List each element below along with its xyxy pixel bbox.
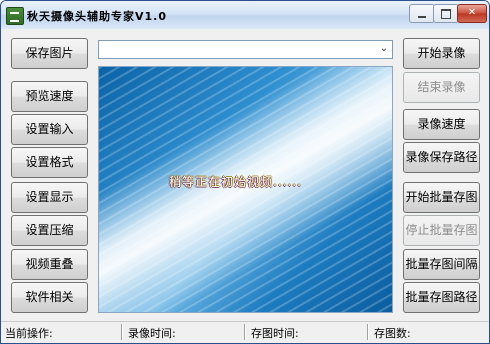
minimize-icon [418, 16, 426, 18]
stop-batch-capture-button[interactable]: 停止批量存图 [403, 215, 480, 246]
title-bar[interactable]: 秋天摄像头辅助专家V1.0 ✕ [1, 1, 489, 29]
minimize-button[interactable] [409, 4, 435, 23]
set-input-button[interactable]: 设置输入 [11, 114, 88, 145]
recording-speed-button[interactable]: 录像速度 [403, 109, 480, 140]
status-separator [121, 324, 123, 340]
record-time-label: 录像时间: [128, 327, 176, 340]
close-icon: ✕ [467, 7, 477, 18]
status-bar: 当前操作: 录像时间: 存图时间: 存图数: [1, 321, 489, 343]
set-format-button[interactable]: 设置格式 [11, 147, 88, 178]
main-window: 秋天摄像头辅助专家V1.0 ✕ 保存图片 预览速度 设置输入 设置格式 设置显示… [0, 0, 490, 344]
stop-recording-button[interactable]: 结束录像 [403, 72, 480, 103]
app-icon [6, 7, 24, 25]
device-select[interactable]: ⌄ [98, 40, 393, 59]
batch-capture-interval-button[interactable]: 批量存图间隔 [403, 249, 480, 280]
maximize-button[interactable] [433, 4, 459, 23]
save-image-button[interactable]: 保存图片 [11, 38, 88, 69]
recording-save-path-button[interactable]: 录像保存路径 [403, 142, 480, 173]
preview-speed-button[interactable]: 预览速度 [11, 81, 88, 112]
set-compression-button[interactable]: 设置压缩 [11, 215, 88, 246]
video-overlay-button[interactable]: 视频重叠 [11, 249, 88, 280]
window-title: 秋天摄像头辅助专家V1.0 [27, 10, 167, 23]
preview-status-message: 稍等正在初始视频...... [169, 175, 302, 189]
status-separator [244, 324, 246, 340]
capture-time-label: 存图时间: [251, 327, 299, 340]
set-display-button[interactable]: 设置显示 [11, 182, 88, 213]
start-batch-capture-button[interactable]: 开始批量存图 [403, 182, 480, 213]
capture-count-label: 存图数: [374, 327, 411, 340]
chevron-down-icon[interactable]: ⌄ [379, 43, 389, 55]
status-separator [367, 324, 369, 340]
batch-capture-path-button[interactable]: 批量存图路径 [403, 282, 480, 313]
start-recording-button[interactable]: 开始录像 [403, 38, 480, 69]
current-operation-label: 当前操作: [5, 327, 53, 340]
about-software-button[interactable]: 软件相关 [11, 282, 88, 313]
maximize-icon [441, 9, 451, 19]
close-button[interactable]: ✕ [457, 4, 487, 23]
